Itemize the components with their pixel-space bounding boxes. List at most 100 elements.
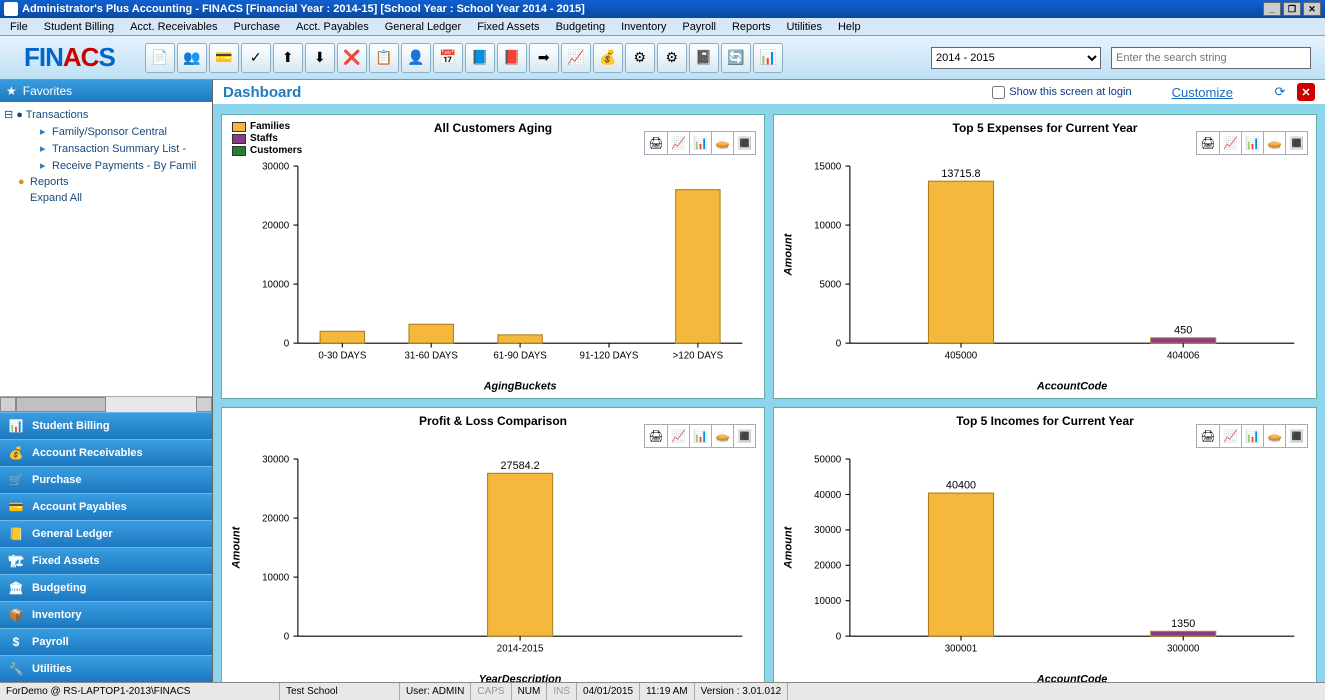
menu-payroll[interactable]: Payroll [676, 20, 722, 33]
menu-student-billing[interactable]: Student Billing [38, 20, 120, 33]
chart-canvas: 0100002000030000400005000040400300001135… [774, 448, 1316, 682]
scroll-thumb[interactable] [16, 397, 106, 412]
status-school: Test School [280, 683, 400, 700]
nav-payroll[interactable]: $Payroll [0, 628, 212, 655]
chart-tool-1[interactable]: 📈 [667, 425, 689, 447]
nav-label: Payroll [32, 636, 69, 648]
toolbar-button-11[interactable]: 📕 [497, 43, 527, 73]
favorites-label: Favorites [23, 84, 72, 98]
tree-node-receive-payments[interactable]: Receive Payments - By Famil [0, 157, 212, 174]
chart-tool-3[interactable]: 🥧 [1263, 132, 1285, 154]
chart-tool-3[interactable]: 🥧 [711, 425, 733, 447]
menu-file[interactable]: File [4, 20, 34, 33]
customize-link[interactable]: Customize [1172, 85, 1233, 100]
status-user: User: ADMIN [400, 683, 471, 700]
chart-tool-2[interactable]: 📊 [689, 425, 711, 447]
toolbar-button-3[interactable]: ✓ [241, 43, 271, 73]
menu-utilities[interactable]: Utilities [781, 20, 828, 33]
nav-account-payables[interactable]: 💳Account Payables [0, 493, 212, 520]
chart-tool-0[interactable]: 🖨 [1197, 425, 1219, 447]
chart-tool-4[interactable]: 🔳 [1285, 425, 1307, 447]
chart-legend: FamiliesStaffsCustomers [232, 121, 302, 157]
toolbar-button-13[interactable]: 📈 [561, 43, 591, 73]
toolbar-button-10[interactable]: 📘 [465, 43, 495, 73]
menu-reports[interactable]: Reports [726, 20, 777, 33]
chart-tool-3[interactable]: 🥧 [711, 132, 733, 154]
nav-budgeting[interactable]: 🏛Budgeting [0, 574, 212, 601]
toolbar-button-16[interactable]: ⚙ [657, 43, 687, 73]
toolbar-button-7[interactable]: 📋 [369, 43, 399, 73]
toolbar-button-12[interactable]: ➡ [529, 43, 559, 73]
nav-fixed-assets[interactable]: 🏗Fixed Assets [0, 547, 212, 574]
chart-tool-0[interactable]: 🖨 [645, 425, 667, 447]
window-title: Administrator's Plus Accounting - FINACS… [22, 3, 585, 15]
menu-inventory[interactable]: Inventory [615, 20, 672, 33]
sidebar-scrollbar[interactable] [0, 396, 212, 412]
toolbar-button-4[interactable]: ⬆ [273, 43, 303, 73]
toolbar-button-18[interactable]: 🔄 [721, 43, 751, 73]
status-ins: INS [547, 683, 577, 700]
nav-icon: 📦 [8, 607, 24, 623]
chart-tool-1[interactable]: 📈 [1219, 425, 1241, 447]
toolbar-button-8[interactable]: 👤 [401, 43, 431, 73]
nav-account-receivables[interactable]: 💰Account Receivables [0, 439, 212, 466]
nav-icon: 💳 [8, 499, 24, 515]
nav-purchase[interactable]: 🛒Purchase [0, 466, 212, 493]
scroll-right-button[interactable] [196, 397, 212, 412]
show-at-login-checkbox[interactable]: Show this screen at login [992, 86, 1131, 99]
favorites-header[interactable]: ★ Favorites [0, 80, 212, 102]
chart-tool-4[interactable]: 🔳 [1285, 132, 1307, 154]
window-titlebar: Administrator's Plus Accounting - FINACS… [0, 0, 1325, 18]
svg-text:40400: 40400 [946, 480, 976, 492]
nav-inventory[interactable]: 📦Inventory [0, 601, 212, 628]
toolbar-button-17[interactable]: 📓 [689, 43, 719, 73]
tree-node-reports[interactable]: Reports [0, 174, 212, 190]
menu-acct-receivables[interactable]: Acct. Receivables [124, 20, 223, 33]
menu-budgeting[interactable]: Budgeting [550, 20, 612, 33]
toolbar-button-6[interactable]: ❌ [337, 43, 367, 73]
tree-node-expand-all[interactable]: Expand All [0, 190, 212, 206]
toolbar-button-19[interactable]: 📊 [753, 43, 783, 73]
toolbar-button-15[interactable]: ⚙ [625, 43, 655, 73]
toolbar-button-0[interactable]: 📄 [145, 43, 175, 73]
chart-tool-4[interactable]: 🔳 [733, 425, 755, 447]
tree-node-transaction-summary[interactable]: Transaction Summary List - [0, 140, 212, 157]
toolbar-button-1[interactable]: 👥 [177, 43, 207, 73]
nav-icon: 🏛 [8, 580, 24, 596]
menu-fixed-assets[interactable]: Fixed Assets [471, 20, 545, 33]
scroll-left-button[interactable] [0, 397, 16, 412]
panel-tools: 🖨📈📊🥧🔳 [1196, 131, 1308, 155]
chart-tool-4[interactable]: 🔳 [733, 132, 755, 154]
menu-help[interactable]: Help [832, 20, 867, 33]
toolbar-button-2[interactable]: 💳 [209, 43, 239, 73]
nav-general-ledger[interactable]: 📒General Ledger [0, 520, 212, 547]
toolbar-button-14[interactable]: 💰 [593, 43, 623, 73]
logo: FINACS [4, 42, 145, 73]
nav-utilities[interactable]: 🔧Utilities [0, 655, 212, 682]
tree-node-transactions[interactable]: ⊟ ● Transactions [0, 106, 212, 123]
toolbar-button-5[interactable]: ⬇ [305, 43, 335, 73]
toolbar-button-9[interactable]: 📅 [433, 43, 463, 73]
restore-button[interactable]: ❐ [1283, 2, 1301, 16]
chart-tool-2[interactable]: 📊 [689, 132, 711, 154]
chart-tool-0[interactable]: 🖨 [645, 132, 667, 154]
refresh-icon[interactable]: ⟳ [1271, 83, 1289, 101]
nav-modules: 📊Student Billing💰Account Receivables🛒Pur… [0, 412, 212, 682]
tree-node-family-sponsor[interactable]: Family/Sponsor Central [0, 123, 212, 140]
menu-purchase[interactable]: Purchase [228, 20, 286, 33]
dashboard-close-icon[interactable]: ✕ [1297, 83, 1315, 101]
menu-acct-payables[interactable]: Acct. Payables [290, 20, 375, 33]
chart-tool-1[interactable]: 📈 [667, 132, 689, 154]
nav-student-billing[interactable]: 📊Student Billing [0, 412, 212, 439]
year-select[interactable]: 2014 - 2015 [931, 47, 1101, 69]
chart-tool-1[interactable]: 📈 [1219, 132, 1241, 154]
search-input[interactable] [1111, 47, 1311, 69]
chart-tool-2[interactable]: 📊 [1241, 425, 1263, 447]
svg-text:Amount: Amount [230, 526, 242, 570]
chart-tool-0[interactable]: 🖨 [1197, 132, 1219, 154]
close-button[interactable]: ✕ [1303, 2, 1321, 16]
chart-tool-2[interactable]: 📊 [1241, 132, 1263, 154]
minimize-button[interactable]: _ [1263, 2, 1281, 16]
menu-general-ledger[interactable]: General Ledger [379, 20, 467, 33]
chart-tool-3[interactable]: 🥧 [1263, 425, 1285, 447]
